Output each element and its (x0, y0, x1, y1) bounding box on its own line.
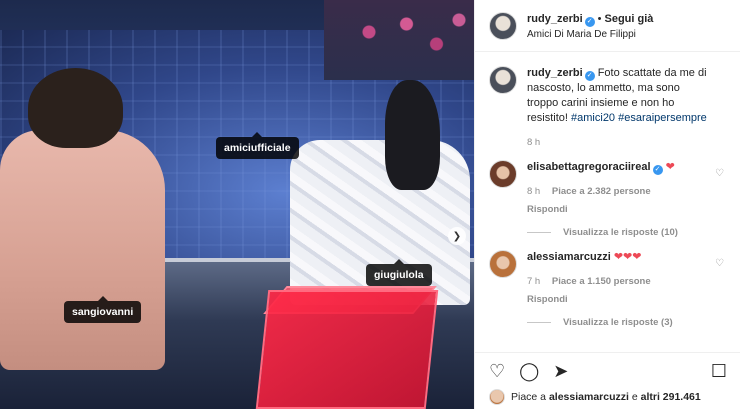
heart-outline-icon[interactable]: ♡ (489, 361, 505, 381)
person-hair (28, 68, 123, 148)
likes-text: Piace a alessiamarcuzzi e altri 291.461 (511, 391, 701, 403)
likes-joiner: e (631, 391, 638, 403)
verified-badge-icon: ✓ (652, 165, 663, 175)
share-icon[interactable]: ➤ (553, 361, 568, 381)
instagram-post: amiciufficiale sangiovanni giugiulola ❯ … (0, 0, 740, 409)
header-text: rudy_zerbi ✓ • Segui già Amici Di Maria De … (527, 12, 653, 42)
comment: alessiamarcuzzi ❤❤❤ 7 h Piace a 1.150 pe… (489, 250, 726, 307)
comment-time[interactable]: 8 h (527, 186, 540, 197)
comment-meta: 7 h Piace a 1.150 persone (527, 274, 710, 289)
caption-hashtags[interactable]: #amici20 #esaraipersempre (571, 112, 707, 124)
caption-meta: 8 h (527, 135, 710, 150)
avatar[interactable] (489, 389, 505, 405)
comment-text: ❤❤❤ (613, 251, 642, 263)
post-photo[interactable]: amiciufficiale sangiovanni giugiulola ❯ (0, 0, 474, 409)
heart-outline-icon[interactable]: ♡ (715, 168, 724, 179)
action-icons: ♡ ◯ ➤ ☐ (489, 361, 727, 381)
red-cube (255, 290, 439, 409)
reply-button[interactable]: Rispondi (527, 204, 568, 215)
photo-tag-giugiulola[interactable]: giugiulola (366, 259, 432, 286)
photo-tag-amiciufficiale[interactable]: amiciufficiale (216, 132, 299, 159)
comment-icon[interactable]: ◯ (519, 361, 539, 381)
person-hair (385, 80, 440, 190)
comment-text: ❤ (665, 161, 675, 173)
heart-outline-icon[interactable]: ♡ (715, 258, 724, 269)
chevron-right-icon[interactable]: ❯ (448, 227, 466, 245)
caption-username[interactable]: rudy_zerbi (527, 67, 583, 79)
likes-others[interactable]: altri 291.461 (641, 391, 701, 403)
comment-meta: 8 h Piace a 2.382 persone (527, 184, 710, 199)
comment-actions: Rispondi (527, 202, 710, 217)
comment-time[interactable]: 7 h (527, 276, 540, 287)
likes-summary: Piace a alessiamarcuzzi e altri 291.461 (489, 389, 727, 405)
view-replies-button[interactable]: Visualizza le risposte (3) (527, 317, 726, 328)
divider-line (527, 322, 551, 323)
caption-time[interactable]: 8 h (527, 137, 540, 148)
post-header: rudy_zerbi ✓ • Segui già Amici Di Maria De … (475, 0, 740, 52)
separator-dot: • (597, 13, 602, 25)
audience (324, 0, 474, 80)
caption-body: rudy_zerbi ✓ Foto scattate da me di nasco… (527, 66, 726, 150)
author-username[interactable]: rudy_zerbi (527, 13, 583, 25)
caption: rudy_zerbi ✓ Foto scattate da me di nasco… (489, 66, 726, 150)
divider-line (527, 232, 551, 233)
verified-badge-icon: ✓ (584, 71, 595, 81)
likes-user[interactable]: alessiamarcuzzi (549, 391, 629, 403)
avatar[interactable] (489, 250, 517, 278)
comment-actions: Rispondi (527, 292, 710, 307)
photo-tag-sangiovanni[interactable]: sangiovanni (64, 296, 142, 323)
person-sangiovanni (0, 130, 165, 370)
comment-username[interactable]: elisabettagregoraciireal (527, 161, 651, 173)
view-replies-label: Visualizza le risposte (10) (563, 227, 678, 238)
follow-button[interactable]: Segui già (605, 13, 654, 25)
verified-badge-icon: ✓ (584, 17, 595, 27)
post-actions: ♡ ◯ ➤ ☐ Piace a alessiamarcuzzi e altri … (475, 352, 740, 409)
comment-username[interactable]: alessiamarcuzzi (527, 251, 611, 263)
avatar[interactable] (489, 160, 517, 188)
comment: elisabettagregoraciireal ✓ ❤ 8 h Piace a … (489, 160, 726, 217)
comments-list: rudy_zerbi ✓ Foto scattate da me di nasco… (475, 52, 740, 352)
view-replies-label: Visualizza le risposte (3) (563, 317, 673, 328)
post-side-panel: rudy_zerbi ✓ • Segui già Amici Di Maria De … (474, 0, 740, 409)
bookmark-icon[interactable]: ☐ (711, 361, 727, 381)
comment-body: elisabettagregoraciireal ✓ ❤ 8 h Piace a … (527, 160, 726, 217)
view-replies-button[interactable]: Visualizza le risposte (10) (527, 227, 726, 238)
comment-body: alessiamarcuzzi ❤❤❤ 7 h Piace a 1.150 pe… (527, 250, 726, 307)
avatar[interactable] (489, 66, 517, 94)
avatar[interactable] (489, 12, 517, 40)
reply-button[interactable]: Rispondi (527, 294, 568, 305)
post-location[interactable]: Amici Di Maria De Filippi (527, 27, 653, 42)
likes-prefix: Piace a (511, 391, 547, 403)
comment-likes[interactable]: Piace a 2.382 persone (552, 186, 651, 197)
comment-likes[interactable]: Piace a 1.150 persone (552, 276, 651, 287)
